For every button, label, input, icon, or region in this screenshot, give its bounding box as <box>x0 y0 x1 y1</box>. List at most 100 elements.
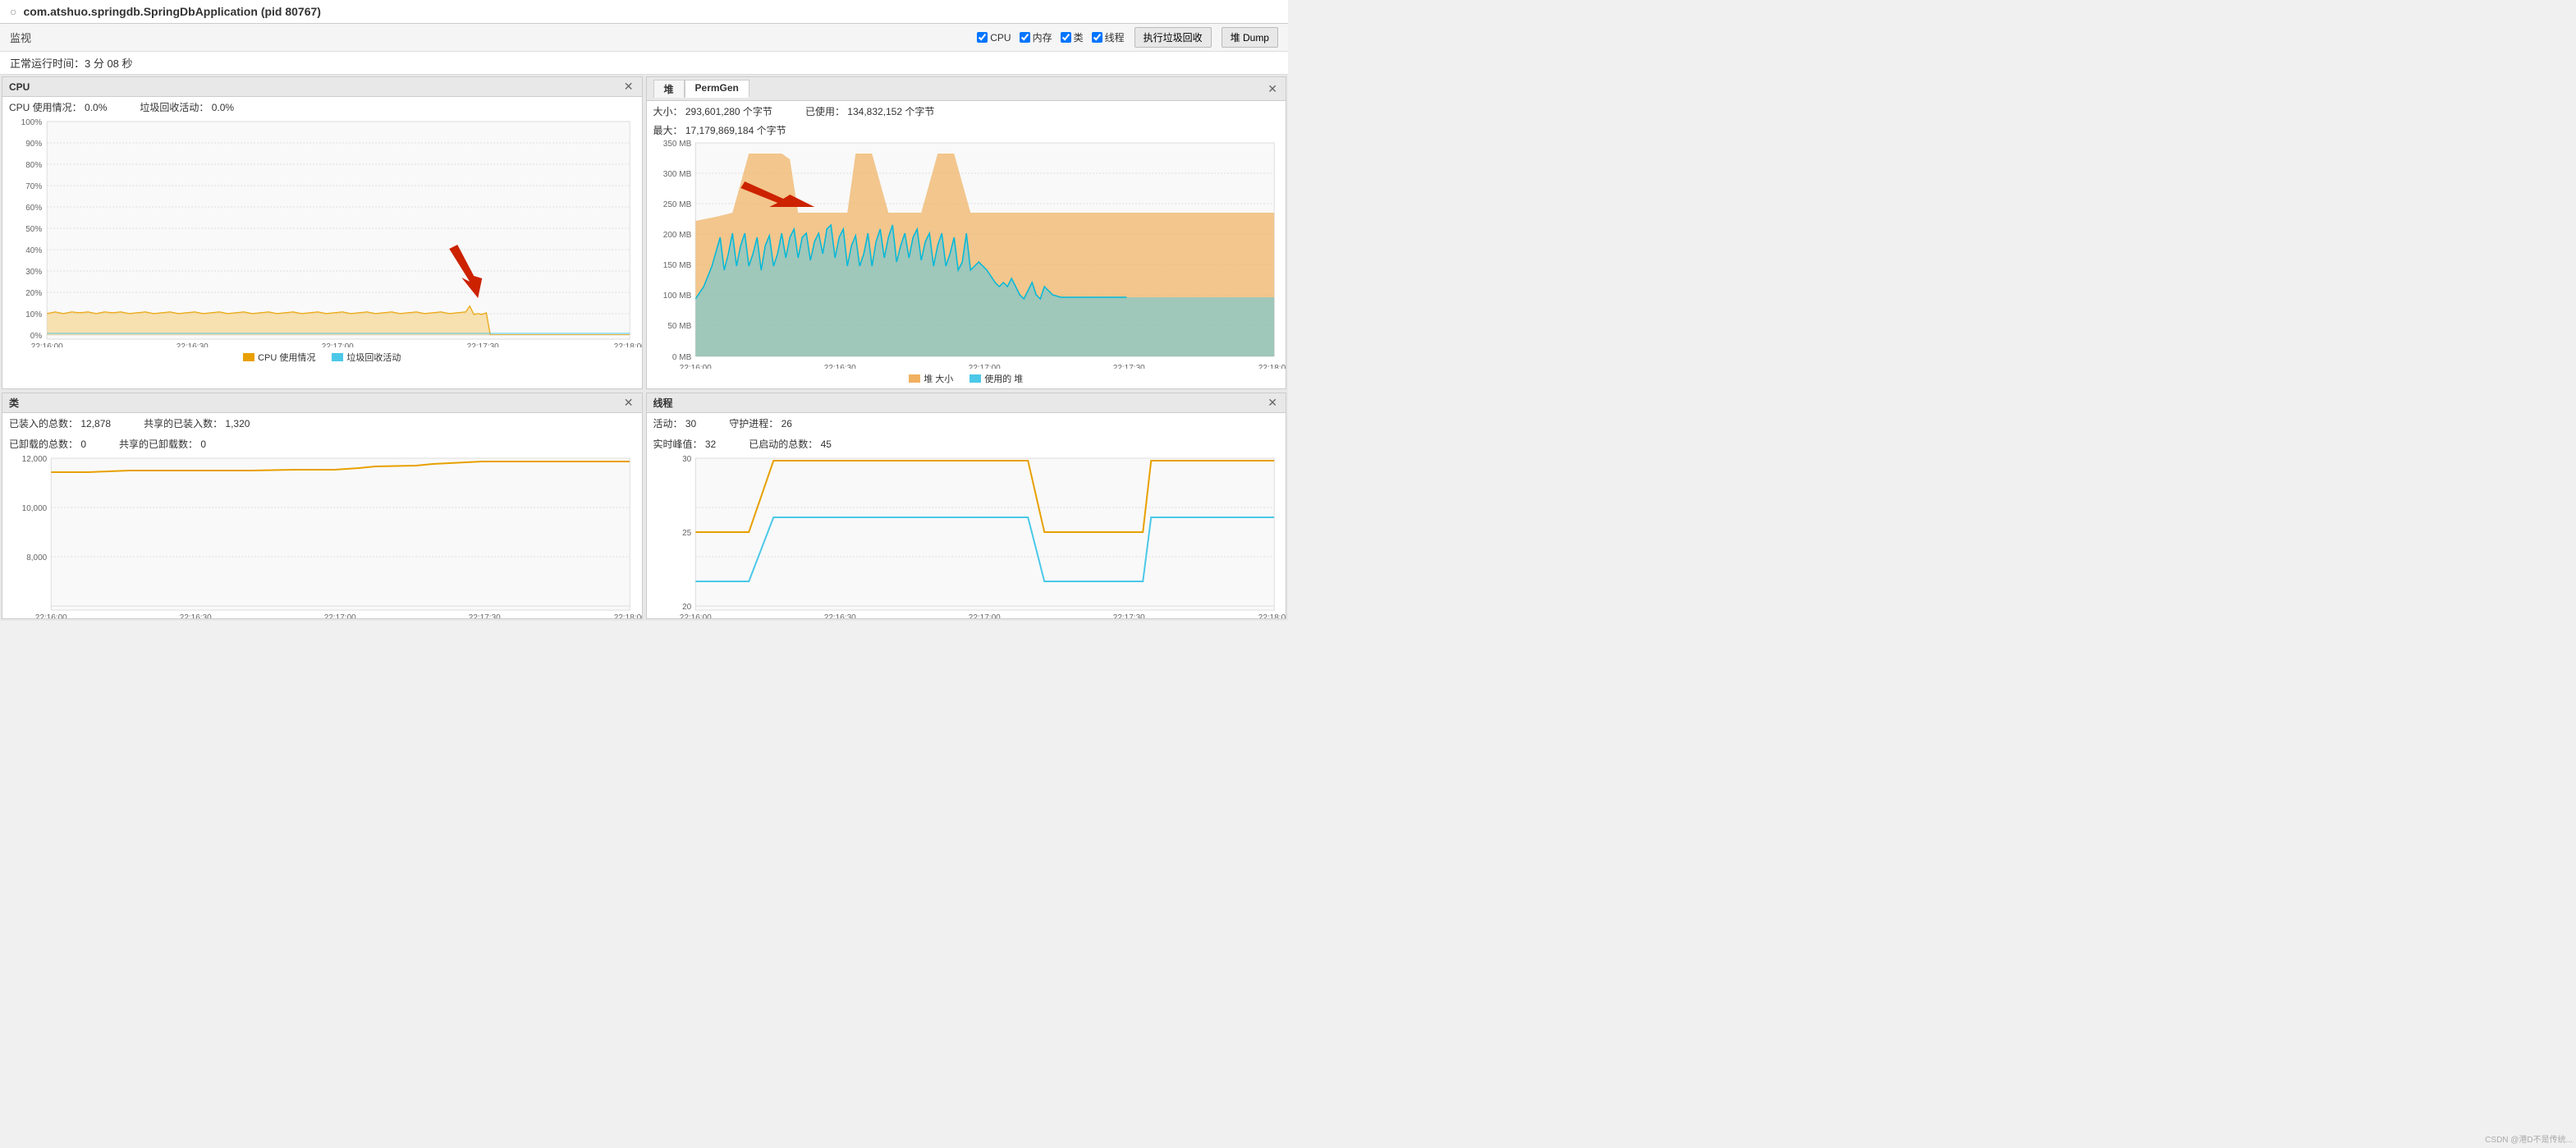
svg-text:10,000: 10,000 <box>22 504 48 513</box>
svg-text:22:17:30: 22:17:30 <box>469 613 501 618</box>
cpu-panel-stats: CPU 使用情况： 0.0% 垃圾回收活动： 0.0% <box>2 97 642 117</box>
svg-text:20: 20 <box>682 603 692 612</box>
uptime-bar: 正常运行时间：3 分 08 秒 <box>0 52 1288 75</box>
svg-text:22:16:00: 22:16:00 <box>679 613 711 618</box>
class-panel: 类 ✕ 已装入的总数： 12,878 共享的已装入数： 1,320 已卸载的总数… <box>2 393 643 619</box>
svg-text:200 MB: 200 MB <box>662 231 691 240</box>
svg-text:22:17:00: 22:17:00 <box>324 613 356 618</box>
svg-text:22:16:30: 22:16:30 <box>176 342 209 347</box>
thread-total-stat: 已启动的总数： 45 <box>749 437 832 451</box>
svg-text:22:17:30: 22:17:30 <box>1112 613 1144 618</box>
gc-activity-stat: 垃圾回收活动： 0.0% <box>140 100 234 114</box>
svg-text:22:17:00: 22:17:00 <box>968 613 1000 618</box>
svg-text:22:16:30: 22:16:30 <box>180 613 212 618</box>
thread-daemon-stat: 守护进程： 26 <box>729 416 792 430</box>
heap-size-stat: 大小： 293,601,280 个字节 <box>653 104 772 118</box>
svg-text:22:16:30: 22:16:30 <box>823 613 855 618</box>
gc-color-swatch <box>332 353 343 361</box>
class-chart-area: 12,000 10,000 8,000 22:16:00 22:16:30 22… <box>2 454 642 618</box>
thread-chart-svg: 30 25 20 22:16:00 22:16:30 22:17:00 22:1… <box>647 454 1286 618</box>
monitor-label: 监视 <box>10 30 31 45</box>
svg-text:90%: 90% <box>25 140 42 149</box>
svg-text:22:18:00: 22:18:00 <box>614 613 642 618</box>
svg-text:70%: 70% <box>25 182 42 191</box>
svg-text:350 MB: 350 MB <box>662 140 691 149</box>
thread-checkbox-label[interactable]: 线程 <box>1092 30 1125 44</box>
svg-text:22:16:00: 22:16:00 <box>31 342 63 347</box>
thread-chart-area: 30 25 20 22:16:00 22:16:30 22:17:00 22:1… <box>647 454 1286 618</box>
svg-text:0 MB: 0 MB <box>672 353 691 362</box>
cpu-color-swatch <box>243 353 254 361</box>
heap-tabs: 堆 PermGen <box>653 80 749 98</box>
cpu-checkbox-label[interactable]: CPU <box>977 32 1011 44</box>
permgen-tab[interactable]: PermGen <box>685 80 749 98</box>
svg-text:22:16:00: 22:16:00 <box>35 613 67 618</box>
class-panel-title: 类 <box>9 396 19 410</box>
svg-text:22:17:30: 22:17:30 <box>467 342 499 347</box>
heap-dump-button[interactable]: 堆 Dump <box>1222 27 1278 48</box>
svg-text:300 MB: 300 MB <box>662 170 691 179</box>
checkbox-group: CPU 内存 类 线程 <box>977 30 1124 44</box>
heap-panel: 堆 PermGen ✕ 大小： 293,601,280 个字节 已使用： 134… <box>646 76 1287 389</box>
heap-panel-close[interactable]: ✕ <box>1266 82 1279 96</box>
cpu-chart-svg: 100% 90% 80% 70% 60% 50% 40% 30% 20% 10%… <box>2 117 642 347</box>
class-shared-unloaded-stat: 共享的已卸载数： 0 <box>119 437 206 451</box>
svg-text:22:18:00: 22:18:00 <box>1258 613 1286 618</box>
svg-text:22:18:00: 22:18:00 <box>1258 364 1286 369</box>
mem-checkbox[interactable] <box>1020 32 1030 43</box>
class-checkbox[interactable] <box>1061 32 1071 43</box>
toolbar: 监视 CPU 内存 类 线程 执行垃圾回收 堆 Dump <box>0 24 1288 52</box>
cpu-legend: CPU 使用情况 垃圾回收活动 <box>2 347 642 367</box>
svg-text:80%: 80% <box>25 161 42 170</box>
class-checkbox-label[interactable]: 类 <box>1061 30 1084 44</box>
cpu-legend-cpu: CPU 使用情况 <box>243 351 315 364</box>
svg-text:30%: 30% <box>25 268 42 277</box>
heap-size-swatch <box>909 374 920 383</box>
class-loaded-stat: 已装入的总数： 12,878 <box>9 416 111 430</box>
cpu-panel-title: CPU <box>9 81 30 93</box>
thread-panel-title: 线程 <box>653 396 673 410</box>
heap-panel-stats: 大小： 293,601,280 个字节 已使用： 134,832,152 个字节 <box>647 101 1286 122</box>
heap-legend-used: 使用的 堆 <box>969 372 1023 385</box>
class-panel-stats2: 已卸载的总数： 0 共享的已卸载数： 0 <box>2 434 642 454</box>
cpu-panel: CPU ✕ CPU 使用情况： 0.0% 垃圾回收活动： 0.0% <box>2 76 643 389</box>
cpu-usage-stat: CPU 使用情况： 0.0% <box>9 100 107 114</box>
app-icon: ○ <box>10 5 16 18</box>
watermark: CSDN @港D不是传统... <box>2485 1132 2573 1145</box>
heap-tab[interactable]: 堆 <box>653 80 685 98</box>
gc-button[interactable]: 执行垃圾回收 <box>1134 27 1212 48</box>
title-bar: ○ com.atshuo.springdb.SpringDbApplicatio… <box>0 0 1288 24</box>
svg-text:40%: 40% <box>25 246 42 255</box>
mem-checkbox-label[interactable]: 内存 <box>1020 30 1052 44</box>
cpu-checkbox[interactable] <box>977 32 988 43</box>
thread-panel-stats: 活动： 30 守护进程： 26 <box>647 413 1286 434</box>
thread-panel-header: 线程 ✕ <box>647 393 1286 413</box>
cpu-panel-close[interactable]: ✕ <box>622 80 635 94</box>
thread-panel: 线程 ✕ 活动： 30 守护进程： 26 实时峰值： 32 已启动的总数： 45 <box>646 393 1287 619</box>
svg-text:22:17:00: 22:17:00 <box>322 342 354 347</box>
class-panel-close[interactable]: ✕ <box>622 396 635 410</box>
svg-text:10%: 10% <box>25 310 42 319</box>
svg-text:20%: 20% <box>25 289 42 298</box>
class-panel-header: 类 ✕ <box>2 393 642 413</box>
uptime-label: 正常运行时间：3 分 08 秒 <box>10 57 133 70</box>
app-title: com.atshuo.springdb.SpringDbApplication … <box>23 5 320 18</box>
svg-text:50%: 50% <box>25 225 42 234</box>
heap-used-stat: 已使用： 134,832,152 个字节 <box>805 104 934 118</box>
thread-panel-close[interactable]: ✕ <box>1266 396 1279 410</box>
svg-text:12,000: 12,000 <box>22 455 48 464</box>
svg-text:22:17:00: 22:17:00 <box>968 364 1000 369</box>
svg-text:100%: 100% <box>21 118 43 127</box>
heap-legend-size: 堆 大小 <box>909 372 953 385</box>
heap-panel-header: 堆 PermGen ✕ <box>647 77 1286 101</box>
thread-panel-stats2: 实时峰值： 32 已启动的总数： 45 <box>647 434 1286 454</box>
svg-text:100 MB: 100 MB <box>662 292 691 301</box>
svg-text:22:17:30: 22:17:30 <box>1112 364 1144 369</box>
thread-checkbox[interactable] <box>1092 32 1102 43</box>
svg-text:22:16:00: 22:16:00 <box>679 364 711 369</box>
thread-peak-stat: 实时峰值： 32 <box>653 437 717 451</box>
svg-text:50 MB: 50 MB <box>667 322 691 331</box>
cpu-panel-header: CPU ✕ <box>2 77 642 97</box>
svg-text:25: 25 <box>682 529 692 538</box>
svg-text:60%: 60% <box>25 204 42 213</box>
